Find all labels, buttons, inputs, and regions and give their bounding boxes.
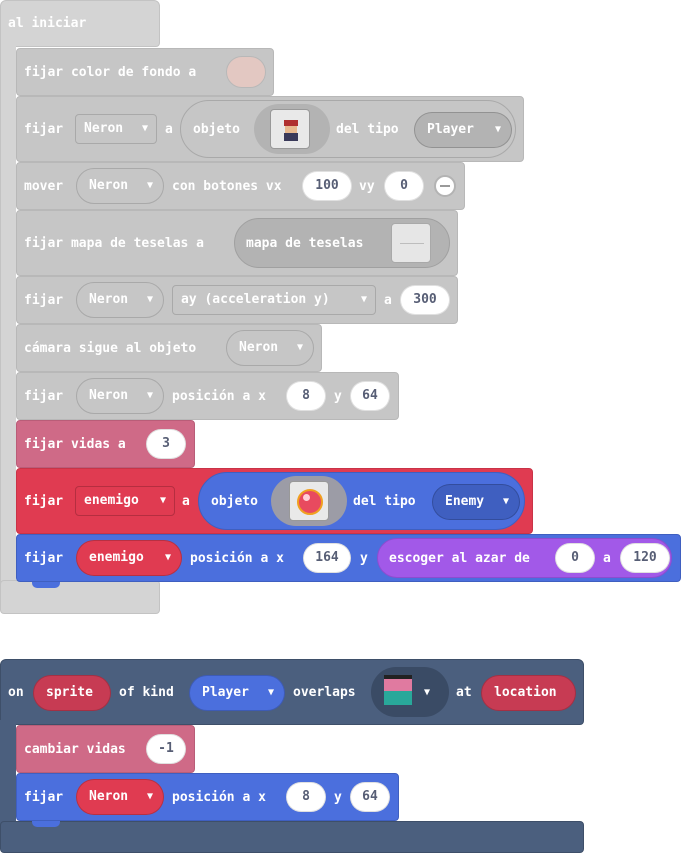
set-background-label: fijar color de fondo a [24,65,197,80]
chevron-down-icon: ▼ [360,294,367,305]
neron-variable-dropdown[interactable]: Neron ▼ [75,114,157,144]
chevron-down-icon: ▼ [146,294,153,305]
enemigo-variable-dropdown[interactable]: enemigo ▼ [76,540,182,576]
neron-variable-dropdown[interactable]: Neron ▼ [76,168,164,204]
set-verb: fijar [24,122,64,137]
x-input[interactable]: 8 [286,782,326,812]
a-label: a [165,122,173,137]
vx-input[interactable]: 100 [302,171,352,201]
neron-variable-dropdown[interactable]: Neron ▼ [76,282,164,318]
objeto-label: objeto [211,494,258,509]
chevron-down-icon: ▼ [159,495,166,506]
chevron-down-icon: ▼ [296,342,303,353]
tilemap-picker-icon[interactable] [391,223,431,263]
player-kind-dropdown[interactable]: Player ▼ [414,112,512,148]
chevron-down-icon[interactable]: ▼ [424,685,430,701]
chevron-down-icon: ▼ [146,390,153,401]
set-verb: fijar [24,293,64,308]
camera-follow-label: cámara sigue al objeto [24,341,197,356]
chevron-down-icon: ▼ [164,552,171,563]
set-tilemap-label: fijar mapa de teselas a [24,236,205,251]
on-start-arm [0,40,16,600]
sprite-pair-icon [382,673,416,709]
chevron-down-icon: ▼ [494,124,501,135]
move-verb: mover [24,179,64,194]
neron-variable-dropdown[interactable]: Neron ▼ [76,378,164,414]
set-verb: fijar [24,494,64,509]
objeto-label: objeto [193,122,240,137]
set-verb: fijar [24,790,64,805]
chevron-down-icon: ▼ [502,496,509,507]
kind-label: del tipo [336,122,399,137]
position-label: posición a x [172,389,266,404]
buttons-vx-label: con botones vx [172,179,282,194]
chevron-down-icon: ▼ [146,791,153,802]
on-start-footer [0,580,160,614]
kind-label: del tipo [353,494,416,509]
random-label: escoger al azar de [389,551,530,566]
overlap-footer [0,821,584,853]
y-input[interactable]: 64 [350,782,390,812]
a-label: a [384,293,392,308]
y-input[interactable]: 64 [350,381,390,411]
change-lives-label: cambiar vidas [24,742,126,757]
enemigo-variable-dropdown[interactable]: enemigo ▼ [75,486,175,516]
position-label: posición a x [172,790,266,805]
y-label: y [334,790,342,805]
vy-label: vy [359,179,375,194]
orb-sprite-icon [289,481,329,521]
chevron-down-icon: ▼ [267,687,274,698]
set-verb: fijar [24,551,64,566]
of-kind-label: of kind [119,685,174,700]
lives-input[interactable]: 3 [146,429,186,459]
sprite-param-reporter[interactable]: sprite [33,675,111,711]
on-start-label: al iniciar [8,16,87,31]
random-from-input[interactable]: 0 [555,543,595,573]
a-label: a [603,551,611,566]
x-input[interactable]: 8 [286,381,326,411]
x-input[interactable]: 164 [303,543,351,573]
random-to-input[interactable]: 120 [620,543,670,573]
at-label: at [456,685,472,700]
overlap-arm [0,720,16,830]
acceleration-input[interactable]: 300 [400,285,450,315]
a-label: a [182,494,190,509]
location-param-reporter[interactable]: location [481,675,576,711]
collapse-minus-icon[interactable] [434,175,456,197]
player-kind-dropdown[interactable]: Player ▼ [189,675,285,711]
position-label: posición a x [190,551,284,566]
set-lives-label: fijar vidas a [24,437,126,452]
lives-change-input[interactable]: -1 [146,734,186,764]
chevron-down-icon: ▼ [146,180,153,191]
chevron-down-icon: ▼ [141,123,148,134]
enemy-kind-dropdown[interactable]: Enemy ▼ [432,484,520,520]
on-label: on [8,685,24,700]
y-label: y [360,551,368,566]
pirate-sprite-icon [270,109,310,149]
background-color-swatch[interactable] [226,56,266,88]
tilemap-reporter-label: mapa de teselas [246,236,364,251]
property-dropdown[interactable]: ay (acceleration y) ▼ [172,285,376,315]
neron-variable-dropdown[interactable]: Neron ▼ [76,779,164,815]
y-label: y [334,389,342,404]
neron-variable-dropdown[interactable]: Neron ▼ [226,330,314,366]
vy-input[interactable]: 0 [384,171,424,201]
overlaps-label: overlaps [293,685,356,700]
set-verb: fijar [24,389,64,404]
